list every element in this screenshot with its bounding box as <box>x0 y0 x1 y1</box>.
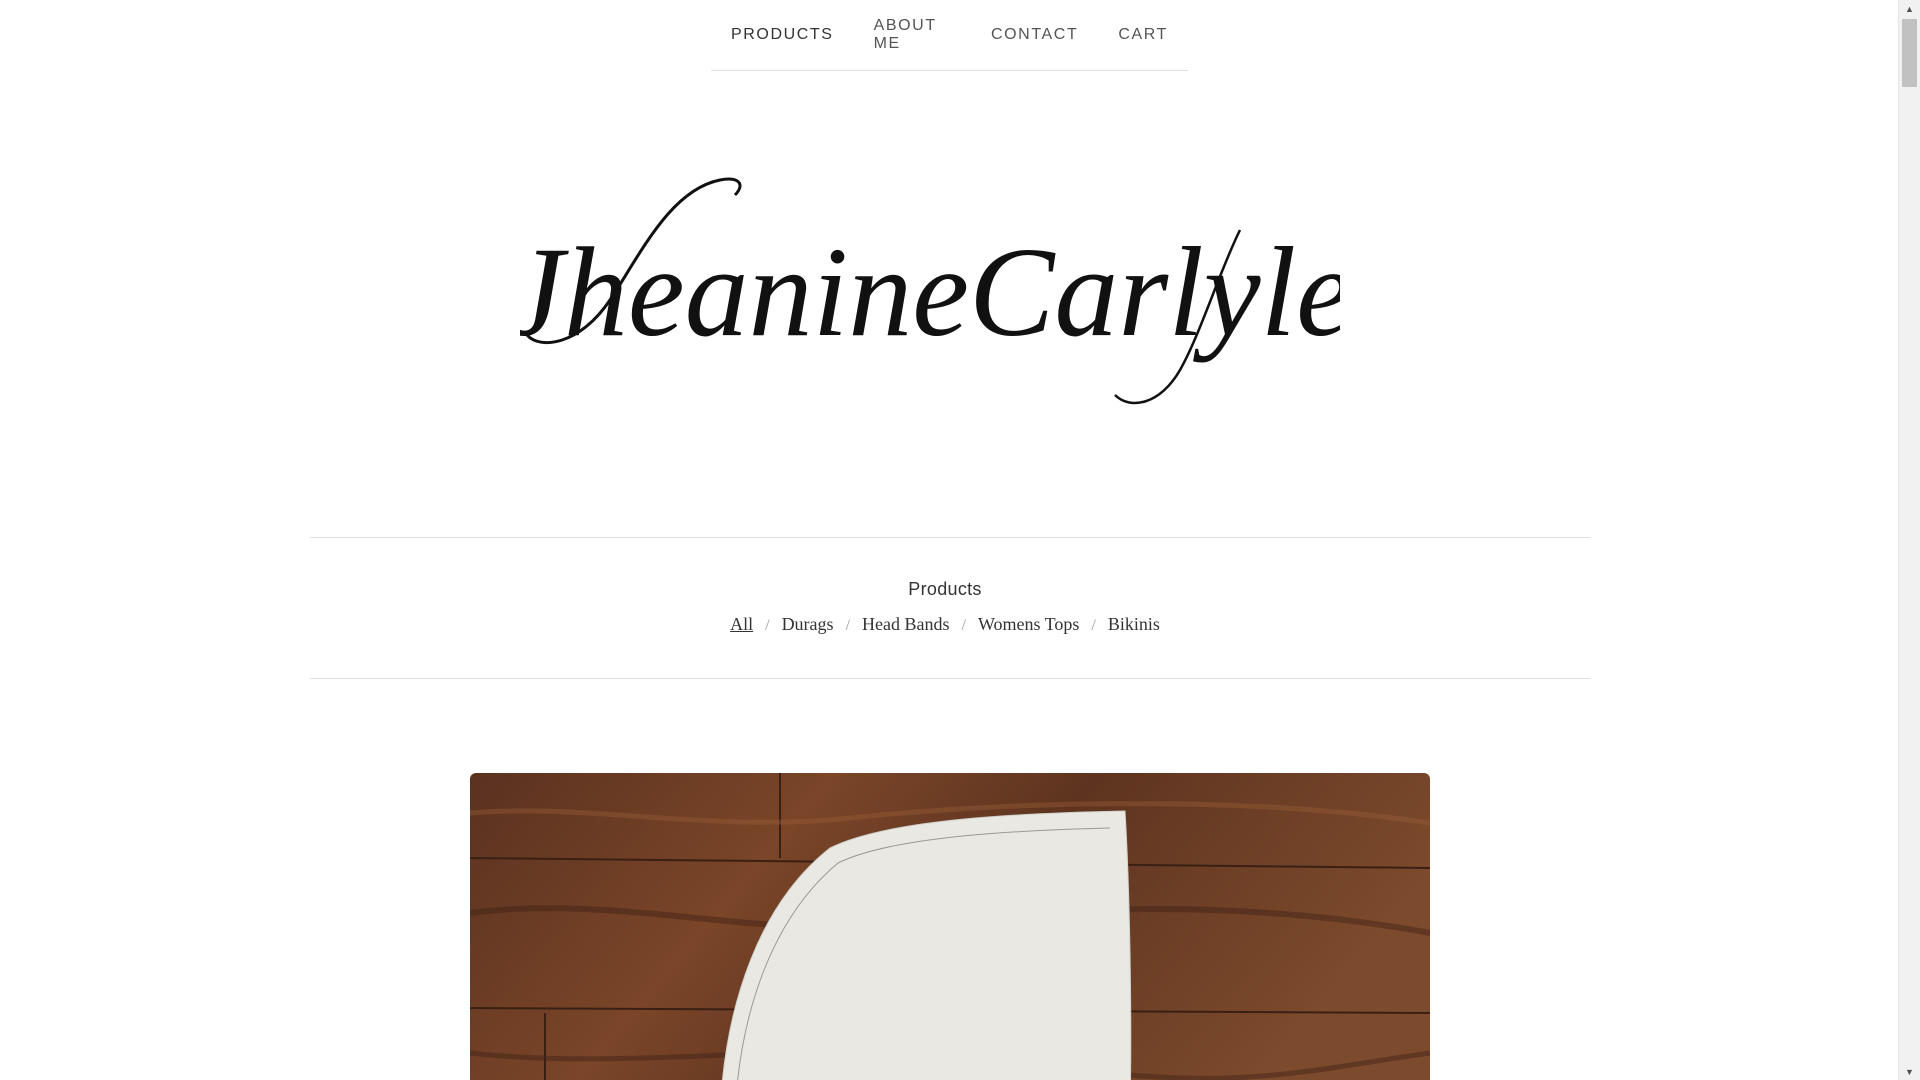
nav-cart-link[interactable]: CART <box>1118 26 1168 44</box>
product-image[interactable] <box>470 773 1430 1080</box>
category-head-bands-link[interactable]: Head Bands <box>862 614 949 634</box>
category-separator: / <box>765 617 770 634</box>
category-filter-list: All / Durags / Head Bands / Womens Tops / Bikini… <box>310 614 1580 635</box>
product-photo <box>470 773 1430 1080</box>
nav-about-me-link[interactable]: ABOUT ME <box>874 17 951 53</box>
site-logo[interactable]: JheanineCarlyle <box>507 170 1353 430</box>
logo-script-wordmark: JheanineCarlyle <box>507 177 1353 405</box>
triangle-down-icon[interactable]: ▼ <box>1899 1063 1920 1080</box>
nav-contact-link[interactable]: CONTACT <box>991 26 1078 44</box>
scrollbar-thumb[interactable] <box>1902 19 1917 87</box>
logo-text: JheanineCarlyle <box>520 221 1340 363</box>
category-section-title: Products <box>908 579 982 599</box>
category-separator: / <box>1091 617 1096 634</box>
vertical-scrollbar[interactable]: ▲ ▼ <box>1898 0 1920 1080</box>
category-separator: / <box>961 617 966 634</box>
nav-products-link[interactable]: PRODUCTS <box>731 26 834 44</box>
category-separator: / <box>845 617 851 634</box>
category-womens-tops-link[interactable]: Womens Tops <box>978 614 1079 634</box>
category-bikinis-link[interactable]: Bikinis <box>1108 614 1160 634</box>
category-durags-link[interactable]: Durags <box>782 614 834 634</box>
category-divider-top <box>310 537 1590 538</box>
category-divider-bottom <box>310 678 1590 679</box>
page: PRODUCTS ABOUT ME CONTACT CART JheanineC… <box>0 0 1920 1080</box>
top-navigation: PRODUCTS ABOUT ME CONTACT CART <box>711 0 1188 71</box>
category-all-link[interactable]: All <box>730 614 753 634</box>
triangle-up-icon[interactable]: ▲ <box>1899 0 1920 17</box>
